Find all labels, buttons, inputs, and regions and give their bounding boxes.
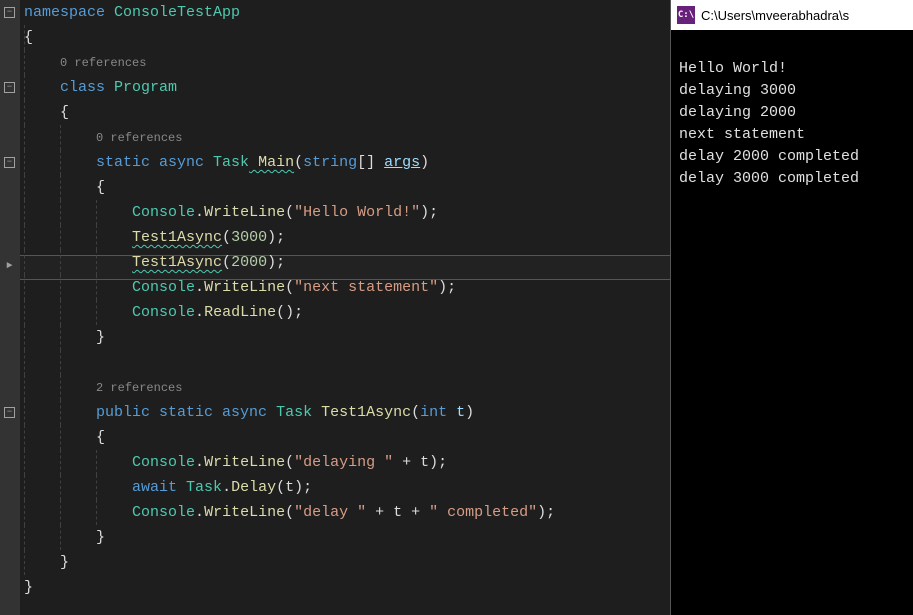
code-line[interactable]: }: [24, 575, 670, 600]
code-line[interactable]: Test1Async(2000);: [24, 250, 670, 275]
code-lens[interactable]: 0 references: [24, 125, 670, 150]
code-line[interactable]: {: [24, 100, 670, 125]
fold-icon[interactable]: −: [4, 82, 15, 93]
fold-icon[interactable]: −: [4, 157, 15, 168]
code-line[interactable]: Console.WriteLine("delay " + t + " compl…: [24, 500, 670, 525]
code-line[interactable]: Console.WriteLine("next statement");: [24, 275, 670, 300]
code-line[interactable]: {: [24, 425, 670, 450]
console-line: delay 2000 completed: [679, 148, 859, 165]
console-line: Hello World!: [679, 60, 787, 77]
console-line: delaying 2000: [679, 104, 796, 121]
code-line[interactable]: {: [24, 175, 670, 200]
fold-icon[interactable]: −: [4, 407, 15, 418]
code-area[interactable]: namespace ConsoleTestApp { 0 references …: [20, 0, 670, 615]
code-line[interactable]: }: [24, 325, 670, 350]
console-line: delay 3000 completed: [679, 170, 859, 187]
console-path: C:\Users\mveerabhadra\s: [701, 8, 849, 23]
code-line[interactable]: }: [24, 550, 670, 575]
console-line: next statement: [679, 126, 805, 143]
code-line[interactable]: Console.ReadLine();: [24, 300, 670, 325]
code-editor[interactable]: − − − ► − namespace ConsoleTestApp { 0 r…: [0, 0, 670, 615]
code-lens[interactable]: 2 references: [24, 375, 670, 400]
code-line[interactable]: public static async Task Test1Async(int …: [24, 400, 670, 425]
code-line[interactable]: class Program: [24, 75, 670, 100]
arrow-icon[interactable]: ►: [4, 261, 15, 272]
console-icon: C:\: [677, 6, 695, 24]
code-lens[interactable]: 0 references: [24, 50, 670, 75]
code-line[interactable]: await Task.Delay(t);: [24, 475, 670, 500]
code-line[interactable]: Console.WriteLine("Hello World!");: [24, 200, 670, 225]
console-titlebar[interactable]: C:\ C:\Users\mveerabhadra\s: [671, 0, 913, 30]
code-line[interactable]: [24, 350, 670, 375]
console-line: delaying 3000: [679, 82, 796, 99]
console-window: C:\ C:\Users\mveerabhadra\s Hello World!…: [670, 0, 913, 615]
code-line[interactable]: Console.WriteLine("delaying " + t);: [24, 450, 670, 475]
code-line[interactable]: }: [24, 525, 670, 550]
code-line[interactable]: static async Task Main(string[] args): [24, 150, 670, 175]
code-line[interactable]: namespace ConsoleTestApp: [24, 0, 670, 25]
fold-icon[interactable]: −: [4, 7, 15, 18]
code-line[interactable]: Test1Async(3000);: [24, 225, 670, 250]
console-output[interactable]: Hello World! delaying 3000 delaying 2000…: [671, 30, 913, 218]
gutter: − − − ► −: [0, 0, 20, 615]
code-line[interactable]: {: [24, 25, 670, 50]
